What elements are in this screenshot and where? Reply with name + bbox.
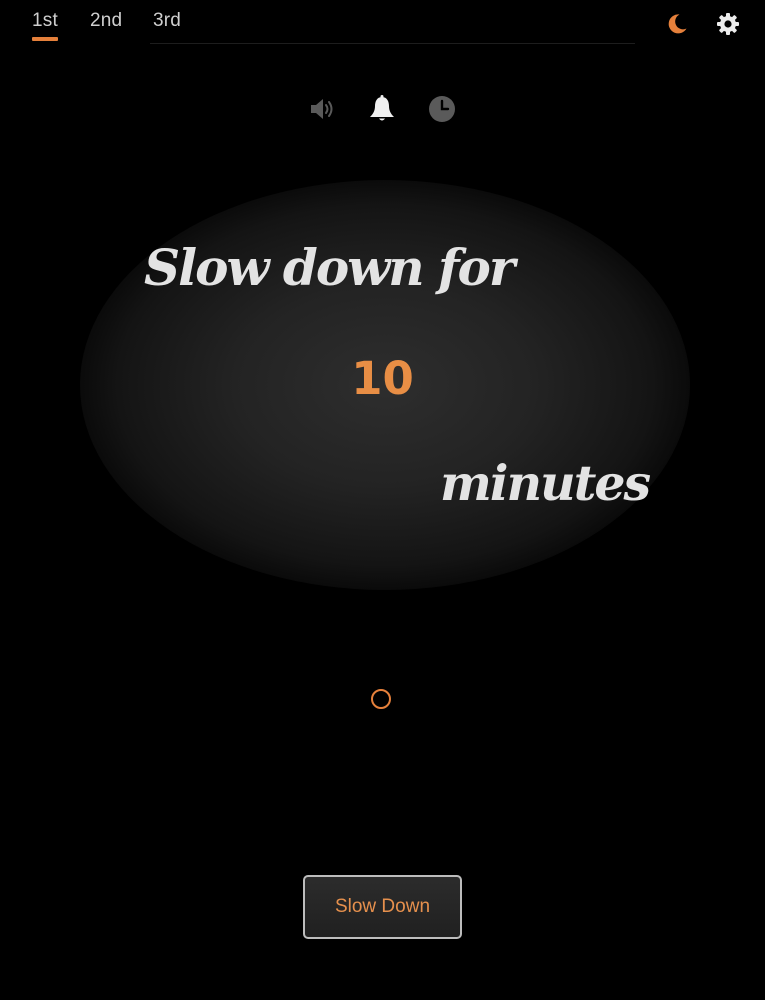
app-screen: 1st 2nd 3rd Slow down for 10 minutes Slo… [0,0,765,1000]
tab-2nd[interactable]: 2nd [90,10,122,32]
clock-icon[interactable] [427,94,457,124]
tab-label: 2nd [90,10,123,31]
tab-label: 1st [32,10,58,31]
prompt-suffix: minutes [440,454,651,512]
header-divider [150,43,635,44]
tab-1st[interactable]: 1st [32,10,58,41]
minutes-value[interactable]: 10 [0,352,765,405]
bell-icon[interactable] [367,94,397,124]
slow-down-button[interactable]: Slow Down [303,875,462,939]
active-tab-indicator [32,37,58,41]
tab-3rd[interactable]: 3rd [153,10,181,32]
tab-label: 3rd [153,10,182,31]
gear-icon[interactable] [716,12,740,36]
progress-indicator[interactable] [370,688,392,710]
speaker-icon[interactable] [307,94,337,124]
moon-icon[interactable] [665,12,689,36]
prompt-prefix: Slow down for [144,238,515,297]
